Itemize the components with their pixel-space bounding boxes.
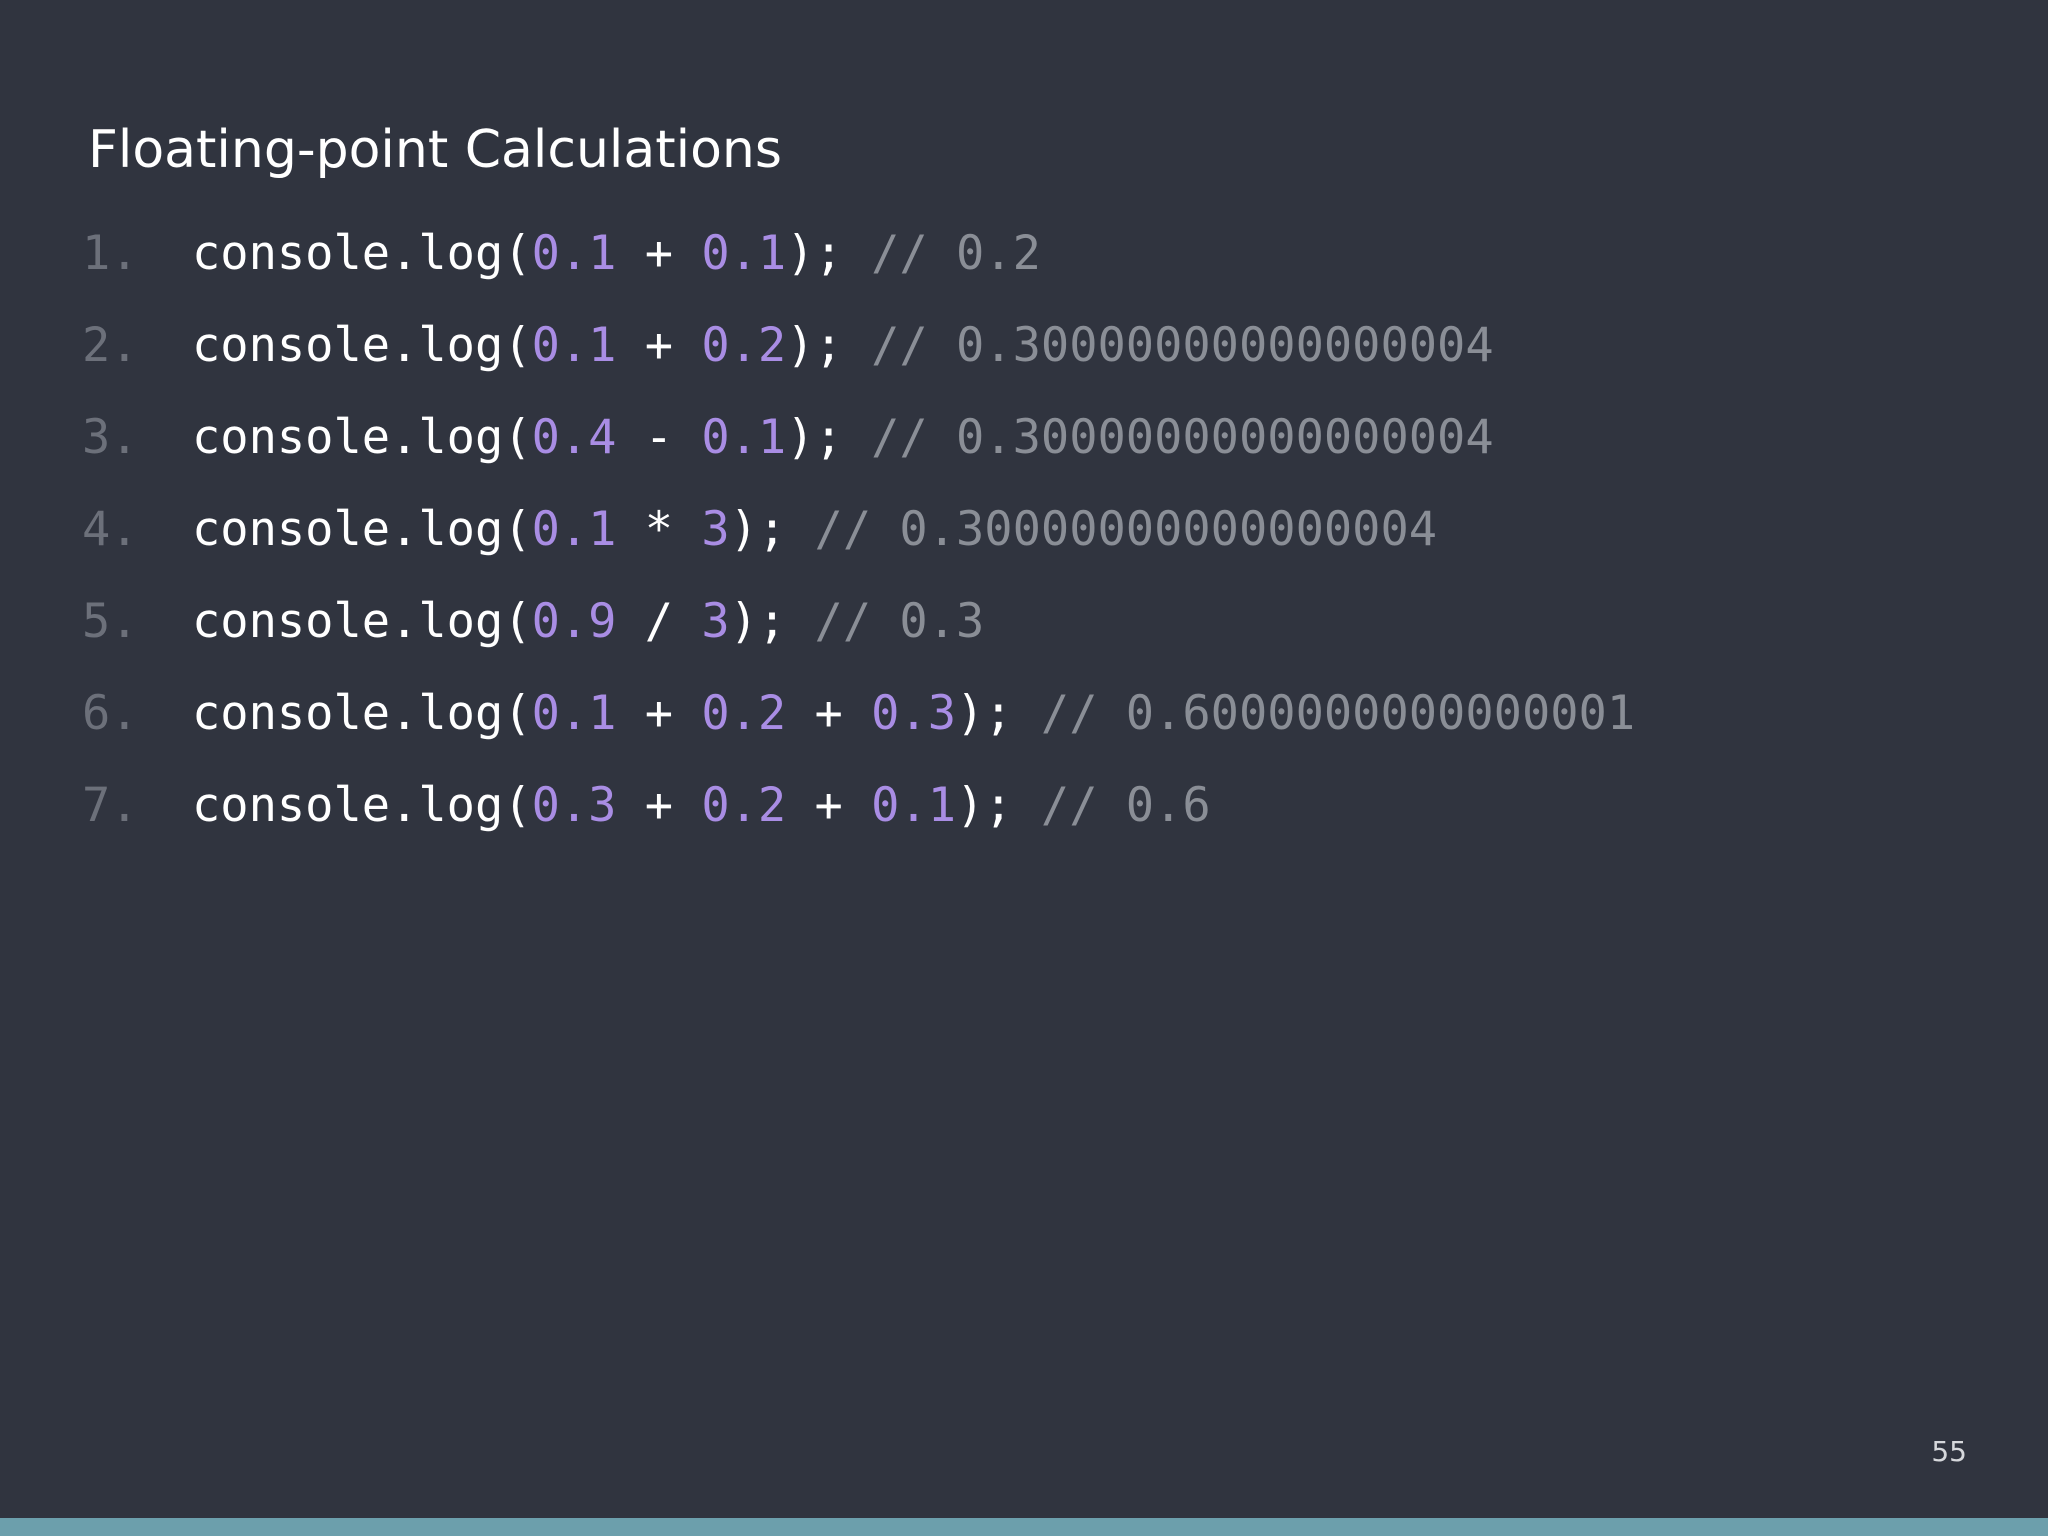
line-number: 1. bbox=[82, 226, 139, 281]
code-token: + bbox=[616, 226, 702, 281]
code-token: + bbox=[616, 686, 702, 741]
code-token: console.log( bbox=[192, 594, 532, 649]
code-comment: // 0.6 bbox=[1040, 778, 1211, 833]
code-text: console.log(0.1 * 3); // 0.3000000000000… bbox=[192, 500, 1437, 560]
numeric-literal: 0.1 bbox=[531, 226, 617, 281]
numeric-literal: 0.1 bbox=[531, 502, 617, 557]
code-token: ); bbox=[729, 594, 815, 649]
numeric-literal: 0.1 bbox=[701, 410, 787, 465]
code-token: + bbox=[616, 318, 702, 373]
numeric-literal: 0.2 bbox=[701, 318, 787, 373]
code-token: / bbox=[616, 594, 702, 649]
code-comment: // 0.6000000000000001 bbox=[1040, 686, 1636, 741]
code-token: ); bbox=[786, 318, 872, 373]
code-text: console.log(0.1 + 0.2); // 0.30000000000… bbox=[192, 316, 1494, 376]
line-number: 3. bbox=[82, 410, 139, 465]
code-token: + bbox=[616, 778, 702, 833]
numeric-literal: 3 bbox=[701, 502, 730, 557]
code-comment: // 0.30000000000000004 bbox=[871, 318, 1494, 373]
numeric-literal: 3 bbox=[701, 594, 730, 649]
numeric-literal: 0.1 bbox=[531, 686, 617, 741]
code-token: console.log( bbox=[192, 502, 532, 557]
numeric-literal: 0.4 bbox=[531, 410, 617, 465]
numeric-literal: 0.1 bbox=[701, 226, 787, 281]
code-token: ); bbox=[956, 686, 1041, 741]
code-token: console.log( bbox=[192, 778, 532, 833]
code-comment: // 0.2 bbox=[871, 226, 1041, 281]
code-token: ); bbox=[786, 226, 872, 281]
code-text: console.log(0.3 + 0.2 + 0.1); // 0.6 bbox=[192, 776, 1211, 836]
slide-title: Floating-point Calculations bbox=[88, 120, 782, 180]
code-token: + bbox=[786, 686, 872, 741]
numeric-literal: 0.1 bbox=[871, 778, 957, 833]
numeric-literal: 0.2 bbox=[701, 686, 787, 741]
code-token: console.log( bbox=[192, 686, 532, 741]
page-number: 55 bbox=[1931, 1435, 1967, 1468]
numeric-literal: 0.9 bbox=[531, 594, 617, 649]
line-number: 7. bbox=[82, 778, 139, 833]
code-token: console.log( bbox=[192, 226, 532, 281]
bottom-accent-bar bbox=[0, 1518, 2048, 1536]
code-token: * bbox=[616, 502, 702, 557]
code-text: console.log(0.1 + 0.1); // 0.2 bbox=[192, 224, 1041, 284]
code-token: + bbox=[786, 778, 872, 833]
line-number: 2. bbox=[82, 318, 139, 373]
line-number: 5. bbox=[82, 594, 139, 649]
code-comment: // 0.3 bbox=[814, 594, 985, 649]
numeric-literal: 0.3 bbox=[531, 778, 617, 833]
line-number: 6. bbox=[82, 686, 139, 741]
code-comment: // 0.30000000000000004 bbox=[814, 502, 1438, 557]
code-text: console.log(0.4 - 0.1); // 0.30000000000… bbox=[192, 408, 1494, 468]
slide: Floating-point Calculations 1. console.lo… bbox=[0, 0, 2048, 1536]
code-token: console.log( bbox=[192, 410, 532, 465]
line-number: 4. bbox=[82, 502, 139, 557]
code-token: ); bbox=[956, 778, 1041, 833]
code-comment: // 0.30000000000000004 bbox=[871, 410, 1494, 465]
numeric-literal: 0.1 bbox=[531, 318, 617, 373]
code-token: ); bbox=[729, 502, 815, 557]
numeric-literal: 0.3 bbox=[871, 686, 957, 741]
code-token: console.log( bbox=[192, 318, 532, 373]
numeric-literal: 0.2 bbox=[701, 778, 787, 833]
code-token: - bbox=[616, 410, 702, 465]
code-token: ); bbox=[786, 410, 872, 465]
code-text: console.log(0.1 + 0.2 + 0.3); // 0.60000… bbox=[192, 684, 1635, 744]
code-text: console.log(0.9 / 3); // 0.3 bbox=[192, 592, 984, 652]
